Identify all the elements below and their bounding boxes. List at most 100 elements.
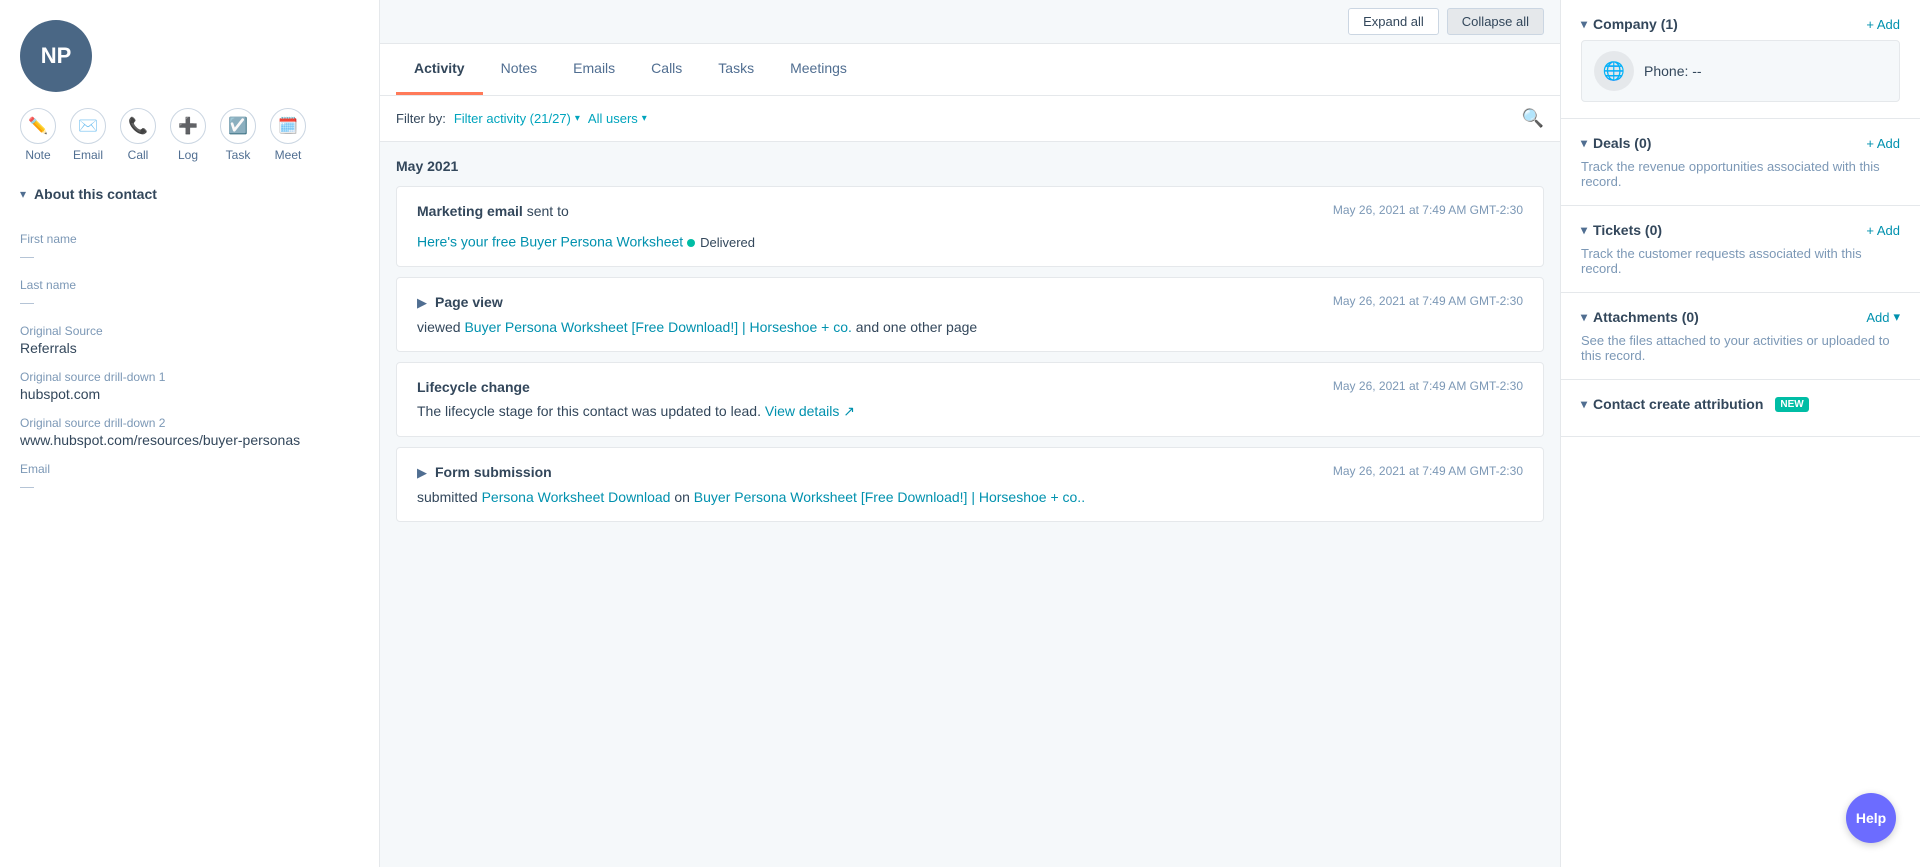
deals-description: Track the revenue opportunities associat… xyxy=(1581,159,1900,189)
call-button[interactable]: 📞 Call xyxy=(120,108,156,162)
delivered-dot-icon xyxy=(687,239,695,247)
lifecycle-change-card: Lifecycle change May 26, 2021 at 7:49 AM… xyxy=(396,362,1544,437)
company-title-text: Company (1) xyxy=(1593,16,1678,32)
tickets-description: Track the customer requests associated w… xyxy=(1581,246,1900,276)
left-sidebar: NP ✏️ Note ✉️ Email 📞 Call ➕ Log ☑️ Task… xyxy=(0,0,380,867)
page-view-body-prefix: viewed xyxy=(417,319,464,335)
tab-activity[interactable]: Activity xyxy=(396,44,483,95)
month-label: May 2021 xyxy=(396,158,1544,174)
attachments-section: ▾ Attachments (0) Add ▾ See the files at… xyxy=(1561,293,1920,380)
last-name-value: — xyxy=(20,294,359,310)
note-label: Note xyxy=(25,148,50,162)
delivered-label: Delivered xyxy=(700,235,755,250)
tickets-section: ▾ Tickets (0) + Add Track the customer r… xyxy=(1561,206,1920,293)
tickets-title-text: Tickets (0) xyxy=(1593,222,1662,238)
page-view-expand-icon[interactable]: ▶ xyxy=(417,295,427,311)
original-source-value: Referrals xyxy=(20,340,359,356)
original-source-label: Original Source xyxy=(20,324,359,338)
search-icon: 🔍 xyxy=(1522,108,1544,128)
lifecycle-change-body: The lifecycle stage for this contact was… xyxy=(417,403,1523,420)
page-view-card-header: ▶ Page view May 26, 2021 at 7:49 AM GMT-… xyxy=(417,294,1523,311)
company-logo: 🌐 xyxy=(1594,51,1634,91)
form-submission-link2[interactable]: Buyer Persona Worksheet [Free Download!]… xyxy=(694,489,1085,505)
log-button[interactable]: ➕ Log xyxy=(170,108,206,162)
marketing-email-timestamp: May 26, 2021 at 7:49 AM GMT-2:30 xyxy=(1333,203,1523,217)
marketing-email-card: Marketing email sent to May 26, 2021 at … xyxy=(396,186,1544,267)
last-name-label: Last name xyxy=(20,278,359,292)
marketing-email-card-header: Marketing email sent to May 26, 2021 at … xyxy=(417,203,1523,219)
note-button[interactable]: ✏️ Note xyxy=(20,108,56,162)
company-chevron-icon: ▾ xyxy=(1581,17,1587,31)
company-add-button[interactable]: + Add xyxy=(1866,17,1900,32)
task-icon: ☑️ xyxy=(220,108,256,144)
contact-create-chevron-icon: ▾ xyxy=(1581,397,1587,411)
attachments-description: See the files attached to your activitie… xyxy=(1581,333,1900,363)
original-source-drill1-field: Original source drill-down 1 hubspot.com xyxy=(20,356,359,402)
delivered-badge: Delivered xyxy=(687,235,755,250)
tab-calls[interactable]: Calls xyxy=(633,44,700,95)
tab-meetings[interactable]: Meetings xyxy=(772,44,865,95)
form-submission-type: Form submission xyxy=(435,464,552,480)
email-button[interactable]: ✉️ Email xyxy=(70,108,106,162)
page-view-body: viewed Buyer Persona Worksheet [Free Dow… xyxy=(417,319,1523,335)
help-button[interactable]: Help xyxy=(1846,793,1896,843)
marketing-email-action: sent to xyxy=(527,203,569,219)
activity-filter-button[interactable]: Filter activity (21/27) ▾ xyxy=(454,111,580,126)
task-button[interactable]: ☑️ Task xyxy=(220,108,256,162)
marketing-email-link[interactable]: Here's your free Buyer Persona Worksheet xyxy=(417,234,683,250)
form-submission-link1[interactable]: Persona Worksheet Download xyxy=(482,489,671,505)
page-view-type: Page view xyxy=(435,294,503,310)
search-button[interactable]: 🔍 xyxy=(1522,108,1544,129)
about-section-header[interactable]: ▾ About this contact xyxy=(20,186,359,202)
lifecycle-change-timestamp: May 26, 2021 at 7:49 AM GMT-2:30 xyxy=(1333,379,1523,393)
attachments-section-header[interactable]: ▾ Attachments (0) Add ▾ xyxy=(1581,309,1900,325)
attachments-add-caret-icon: ▾ xyxy=(1893,309,1900,325)
collapse-all-button[interactable]: Collapse all xyxy=(1447,8,1544,35)
tickets-section-title: ▾ Tickets (0) xyxy=(1581,222,1662,238)
attachments-section-title: ▾ Attachments (0) xyxy=(1581,309,1699,325)
tickets-add-button[interactable]: + Add xyxy=(1866,223,1900,238)
contact-create-attribution-header[interactable]: ▾ Contact create attribution NEW xyxy=(1581,396,1900,412)
log-label: Log xyxy=(178,148,198,162)
form-submission-expand-icon[interactable]: ▶ xyxy=(417,465,427,481)
deals-add-button[interactable]: + Add xyxy=(1866,136,1900,151)
company-row: 🌐 Phone: -- xyxy=(1581,40,1900,102)
call-label: Call xyxy=(128,148,149,162)
activity-feed: May 2021 Marketing email sent to May 26,… xyxy=(380,142,1560,867)
task-label: Task xyxy=(226,148,251,162)
email-label: Email xyxy=(73,148,103,162)
deals-section-header[interactable]: ▾ Deals (0) + Add xyxy=(1581,135,1900,151)
form-submission-card: ▶ Form submission May 26, 2021 at 7:49 A… xyxy=(396,447,1544,522)
email-label: Email xyxy=(20,462,359,476)
activity-filter-label: Filter activity (21/27) xyxy=(454,111,571,126)
tab-tasks[interactable]: Tasks xyxy=(700,44,772,95)
tab-emails[interactable]: Emails xyxy=(555,44,633,95)
form-submission-body: submitted Persona Worksheet Download on … xyxy=(417,489,1523,505)
email-field: Email — xyxy=(20,448,359,494)
action-buttons-row: ✏️ Note ✉️ Email 📞 Call ➕ Log ☑️ Task 🗓️… xyxy=(20,108,359,162)
meet-button[interactable]: 🗓️ Meet xyxy=(270,108,306,162)
lifecycle-change-card-header: Lifecycle change May 26, 2021 at 7:49 AM… xyxy=(417,379,1523,395)
email-value: — xyxy=(20,478,359,494)
form-submission-prefix: submitted xyxy=(417,489,482,505)
original-source-drill1-label: Original source drill-down 1 xyxy=(20,370,359,384)
user-filter-button[interactable]: All users ▾ xyxy=(588,111,647,126)
tickets-section-header[interactable]: ▾ Tickets (0) + Add xyxy=(1581,222,1900,238)
activity-filter-caret-icon: ▾ xyxy=(575,113,580,124)
contact-create-attribution-section: ▾ Contact create attribution NEW xyxy=(1561,380,1920,437)
attachments-add-button[interactable]: Add ▾ xyxy=(1866,309,1900,325)
first-name-field: First name — xyxy=(20,218,359,264)
email-icon: ✉️ xyxy=(70,108,106,144)
first-name-label: First name xyxy=(20,232,359,246)
attachments-chevron-icon: ▾ xyxy=(1581,310,1587,324)
company-logo-icon: 🌐 xyxy=(1603,61,1625,82)
tab-notes[interactable]: Notes xyxy=(483,44,556,95)
company-phone-text: Phone: -- xyxy=(1644,63,1702,79)
expand-all-button[interactable]: Expand all xyxy=(1348,8,1439,35)
about-section-title: About this contact xyxy=(34,186,157,202)
page-view-link[interactable]: Buyer Persona Worksheet [Free Download!]… xyxy=(464,319,851,335)
company-section-header[interactable]: ▾ Company (1) + Add xyxy=(1581,16,1900,32)
lifecycle-view-details-link[interactable]: View details ↗ xyxy=(765,403,855,419)
right-sidebar: ▾ Company (1) + Add 🌐 Phone: -- ▾ Deals … xyxy=(1560,0,1920,867)
attachments-add-label: Add xyxy=(1866,310,1889,325)
